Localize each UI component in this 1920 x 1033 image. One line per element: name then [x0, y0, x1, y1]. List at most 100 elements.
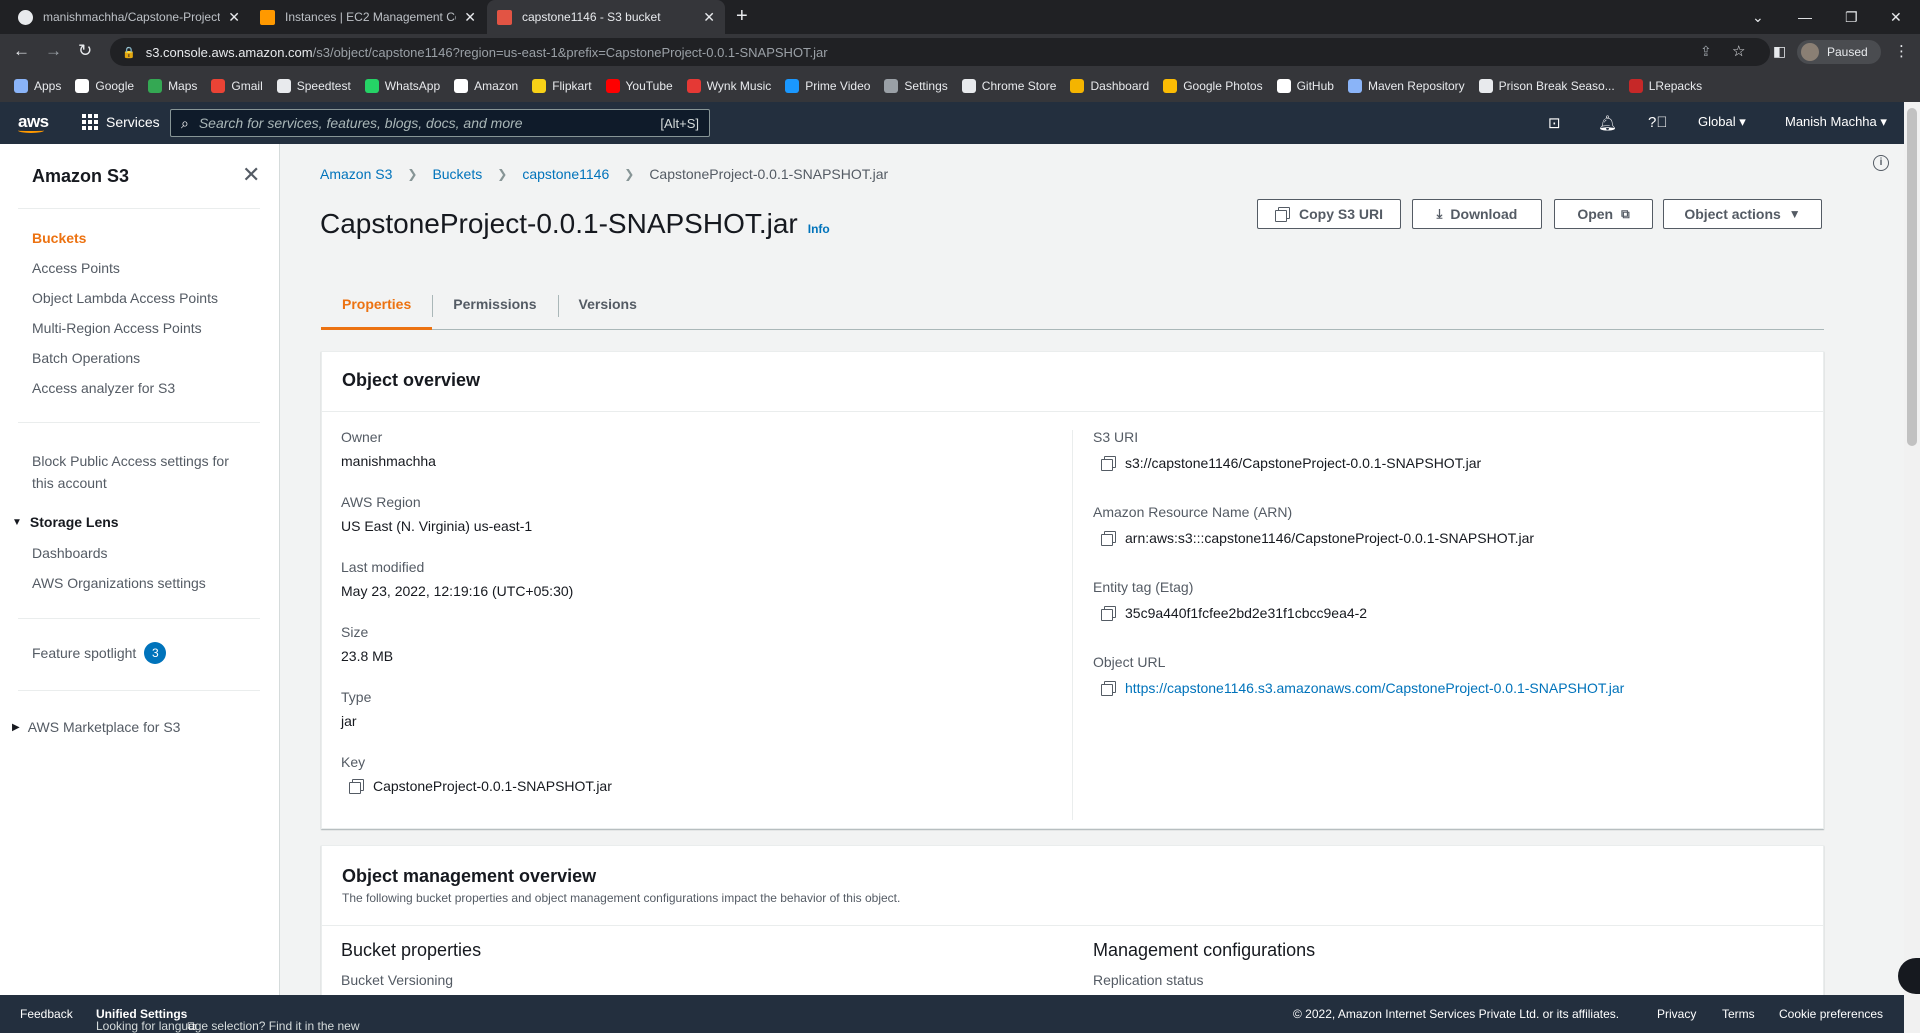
window-close-icon[interactable]: ✕	[1890, 0, 1902, 34]
feedback-link[interactable]: Feedback	[20, 1007, 73, 1021]
minimize-icon[interactable]: —	[1798, 0, 1812, 34]
region-selector[interactable]: Global ▾	[1698, 114, 1746, 130]
browser-tab-s3[interactable]: capstone1146 - S3 bucket ✕	[487, 0, 725, 34]
breadcrumb-amazon-s3[interactable]: Amazon S3	[320, 166, 392, 182]
scrollbar[interactable]	[1904, 102, 1920, 1033]
sidebar-item-batch-operations[interactable]: Batch Operations	[32, 350, 140, 366]
sidebar-section-marketplace[interactable]: ▶ AWS Marketplace for S3	[12, 719, 180, 735]
tab-search-icon[interactable]: ⌄	[1752, 0, 1764, 34]
bookmark-chrome-store[interactable]: Chrome Store	[961, 79, 1056, 93]
bookmark-favicon-icon	[364, 79, 379, 93]
sidebar-item-access-points[interactable]: Access Points	[32, 260, 120, 276]
copy-icon[interactable]	[349, 779, 364, 794]
bookmark-favicon-icon	[148, 79, 163, 93]
bookmark-gmail[interactable]: Gmail	[211, 79, 263, 93]
object-url-link[interactable]: https://capstone1146.s3.amazonaws.com/Ca…	[1125, 680, 1624, 696]
url-bar[interactable]: 🔒 s3.console.aws.amazon.com/s3/object/ca…	[110, 38, 1770, 66]
copy-icon[interactable]	[1101, 681, 1116, 696]
bookmark-label: Dashboard	[1090, 79, 1150, 93]
breadcrumb-bucket[interactable]: capstone1146	[522, 166, 609, 182]
scrollbar-thumb[interactable]	[1907, 108, 1917, 446]
bookmark-favicon-icon	[211, 79, 226, 93]
sidebar-item-buckets[interactable]: Buckets	[32, 230, 86, 246]
open-button[interactable]: Open ⧉	[1554, 199, 1653, 229]
sidebar-item-access-analyzer[interactable]: Access analyzer for S3	[32, 380, 175, 396]
copy-icon[interactable]	[1101, 456, 1116, 471]
cloudshell-icon[interactable]: ⊡	[1548, 114, 1561, 132]
download-button[interactable]: ⤓ Download	[1412, 199, 1542, 229]
aws-logo[interactable]: aws	[18, 112, 49, 133]
bookmark-whatsapp[interactable]: WhatsApp	[364, 79, 440, 93]
tab-versions[interactable]: Versions	[557, 284, 658, 330]
bookmark-dashboard[interactable]: Dashboard	[1070, 79, 1149, 93]
close-icon[interactable]: ✕	[228, 9, 240, 26]
divider	[18, 208, 260, 209]
services-menu-button[interactable]: Services	[82, 114, 160, 130]
close-icon[interactable]: ✕	[703, 9, 715, 26]
user-name: Manish Machha	[1785, 114, 1877, 129]
column-divider	[1072, 430, 1073, 820]
bookmark-favicon-icon	[605, 79, 620, 93]
help-icon[interactable]: ?⃝	[1648, 114, 1668, 131]
bookmark-maps[interactable]: Maps	[148, 79, 197, 93]
close-icon[interactable]: ✕	[242, 162, 260, 188]
bookmark-speedtest[interactable]: Speedtest	[276, 79, 351, 93]
bookmark-amazon[interactable]: Amazon	[454, 79, 518, 93]
bookmark-google-photos[interactable]: Google Photos	[1163, 79, 1263, 93]
copy-s3-uri-button[interactable]: Copy S3 URI	[1257, 199, 1401, 229]
close-icon[interactable]: ✕	[464, 9, 476, 26]
button-label: Copy S3 URI	[1298, 206, 1383, 222]
sidebar-item-organizations-settings[interactable]: AWS Organizations settings	[32, 575, 206, 591]
back-icon[interactable]: ←	[13, 41, 30, 61]
info-panel-icon[interactable]: i	[1873, 155, 1889, 171]
browser-tab-ec2[interactable]: Instances | EC2 Management Co ✕	[250, 0, 486, 34]
forward-icon[interactable]: →	[45, 41, 62, 61]
profile-button[interactable]: Paused	[1797, 40, 1881, 64]
reload-icon[interactable]: ↻	[78, 41, 92, 61]
bookmark-star-icon[interactable]: ☆	[1732, 42, 1745, 60]
new-tab-button[interactable]: +	[736, 5, 748, 28]
account-menu[interactable]: Manish Machha ▾	[1785, 114, 1887, 130]
cookie-preferences-link[interactable]: Cookie preferences	[1779, 1007, 1883, 1021]
restore-icon[interactable]: ❐	[1845, 0, 1858, 34]
sidebar-section-storage-lens[interactable]: ▼ Storage Lens	[12, 514, 119, 530]
browser-tab-github[interactable]: manishmachha/Capstone-Project ✕	[8, 0, 250, 34]
bookmark-label: Maps	[168, 79, 198, 93]
menu-kebab-icon[interactable]: ⋮	[1894, 42, 1909, 60]
bookmark-prime-video[interactable]: Prime Video	[785, 79, 870, 93]
object-actions-button[interactable]: Object actions ▼	[1663, 199, 1822, 229]
bookmark-prison-break-seaso[interactable]: Prison Break Seaso...	[1478, 79, 1615, 93]
bookmark-favicon-icon	[1478, 79, 1493, 93]
side-panel-icon[interactable]: ◧	[1773, 43, 1786, 60]
bookmark-label: LRepacks	[1648, 79, 1703, 93]
tab-properties[interactable]: Properties	[321, 284, 433, 330]
search-icon: ⌕	[181, 114, 189, 131]
share-icon[interactable]: ⇪	[1700, 43, 1712, 60]
bookmark-google[interactable]: Google	[75, 79, 134, 93]
copy-icon[interactable]	[1101, 606, 1116, 621]
bookmark-favicon-icon	[276, 79, 291, 93]
bookmark-apps[interactable]: Apps	[14, 79, 61, 93]
sidebar-item-object-lambda[interactable]: Object Lambda Access Points	[32, 290, 218, 306]
copy-icon[interactable]	[1101, 531, 1116, 546]
avatar	[1801, 43, 1819, 61]
bookmark-github[interactable]: GitHub	[1276, 79, 1334, 93]
privacy-link[interactable]: Privacy	[1657, 1007, 1696, 1021]
terms-link[interactable]: Terms	[1722, 1007, 1755, 1021]
sidebar-item-block-public-access[interactable]: Block Public Access settings for this ac…	[32, 450, 229, 494]
sidebar-item-dashboards[interactable]: Dashboards	[32, 545, 108, 561]
bookmark-settings[interactable]: Settings	[884, 79, 948, 93]
bookmark-wynk-music[interactable]: Wynk Music	[686, 79, 771, 93]
notifications-bell-icon[interactable]: 🔔︎	[1598, 114, 1617, 132]
sidebar-item-feature-spotlight[interactable]: Feature spotlight 3	[32, 642, 167, 664]
breadcrumb-buckets[interactable]: Buckets	[432, 166, 482, 182]
bookmark-flipkart[interactable]: Flipkart	[532, 79, 592, 93]
aws-search-input[interactable]: ⌕ Search for services, features, blogs, …	[170, 109, 710, 137]
sidebar-item-multi-region[interactable]: Multi-Region Access Points	[32, 320, 202, 336]
info-link[interactable]: Info	[808, 222, 830, 236]
tab-permissions[interactable]: Permissions	[432, 284, 557, 330]
bookmark-lrepacks[interactable]: LRepacks	[1628, 79, 1703, 93]
bookmark-youtube[interactable]: YouTube	[605, 79, 673, 93]
caret-down-icon: ▼	[1788, 207, 1801, 221]
bookmark-maven-repository[interactable]: Maven Repository	[1347, 79, 1465, 93]
